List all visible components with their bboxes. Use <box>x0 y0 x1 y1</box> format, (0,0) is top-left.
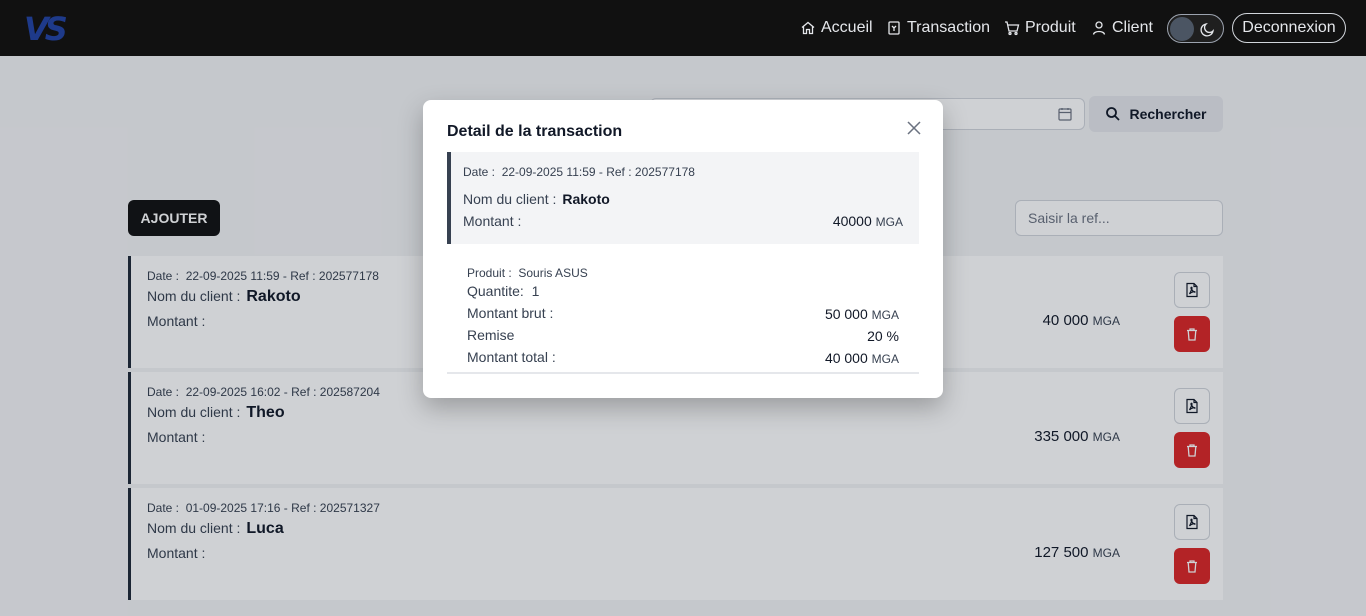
modal-divider <box>447 372 919 374</box>
cart-icon <box>1005 21 1020 36</box>
nav-client-label: Client <box>1112 19 1153 36</box>
close-icon[interactable] <box>906 120 922 136</box>
nav-transaction[interactable]: Transaction <box>886 17 990 39</box>
summary-montant-label: Montant : <box>463 213 522 229</box>
quantite-row: Quantite: 1 <box>467 283 540 299</box>
montant-total-value: 40 000 MGA <box>824 350 899 366</box>
remise-value: 20 % <box>867 328 899 344</box>
summary-meta: Date : 22-09-2025 11:59 - Ref : 20257717… <box>463 165 695 179</box>
transaction-detail-modal: Detail de la transaction Date : 22-09-20… <box>423 100 943 398</box>
modal-summary: Date : 22-09-2025 11:59 - Ref : 20257717… <box>447 152 919 244</box>
nav-client[interactable]: Client <box>1091 17 1153 39</box>
logout-button[interactable]: Deconnexion <box>1232 13 1346 43</box>
home-icon <box>801 21 815 35</box>
summary-montant-value: 40000 MGA <box>832 213 903 229</box>
produit-row: Produit : Souris ASUS <box>467 266 588 280</box>
nav-transaction-label: Transaction <box>907 19 990 36</box>
theme-toggle[interactable] <box>1167 14 1224 43</box>
nav-accueil[interactable]: Accueil <box>800 17 873 39</box>
logo[interactable]: VS <box>24 10 68 48</box>
montant-brut-value: 50 000 MGA <box>824 306 899 322</box>
remise-label: Remise <box>467 327 515 343</box>
navbar: VS Accueil Transaction Produit Client De… <box>0 0 1366 56</box>
nav-produit[interactable]: Produit <box>1004 17 1076 39</box>
montant-brut-label: Montant brut : <box>467 305 554 321</box>
nav-produit-label: Produit <box>1025 19 1076 36</box>
montant-total-label: Montant total : <box>467 349 556 365</box>
moon-icon <box>1200 22 1215 37</box>
summary-client: Nom du client : Rakoto <box>463 191 610 207</box>
nav-accueil-label: Accueil <box>821 19 873 36</box>
receipt-icon <box>888 21 900 35</box>
user-icon <box>1092 21 1106 35</box>
modal-title: Detail de la transaction <box>447 123 623 140</box>
toggle-knob <box>1170 17 1194 41</box>
